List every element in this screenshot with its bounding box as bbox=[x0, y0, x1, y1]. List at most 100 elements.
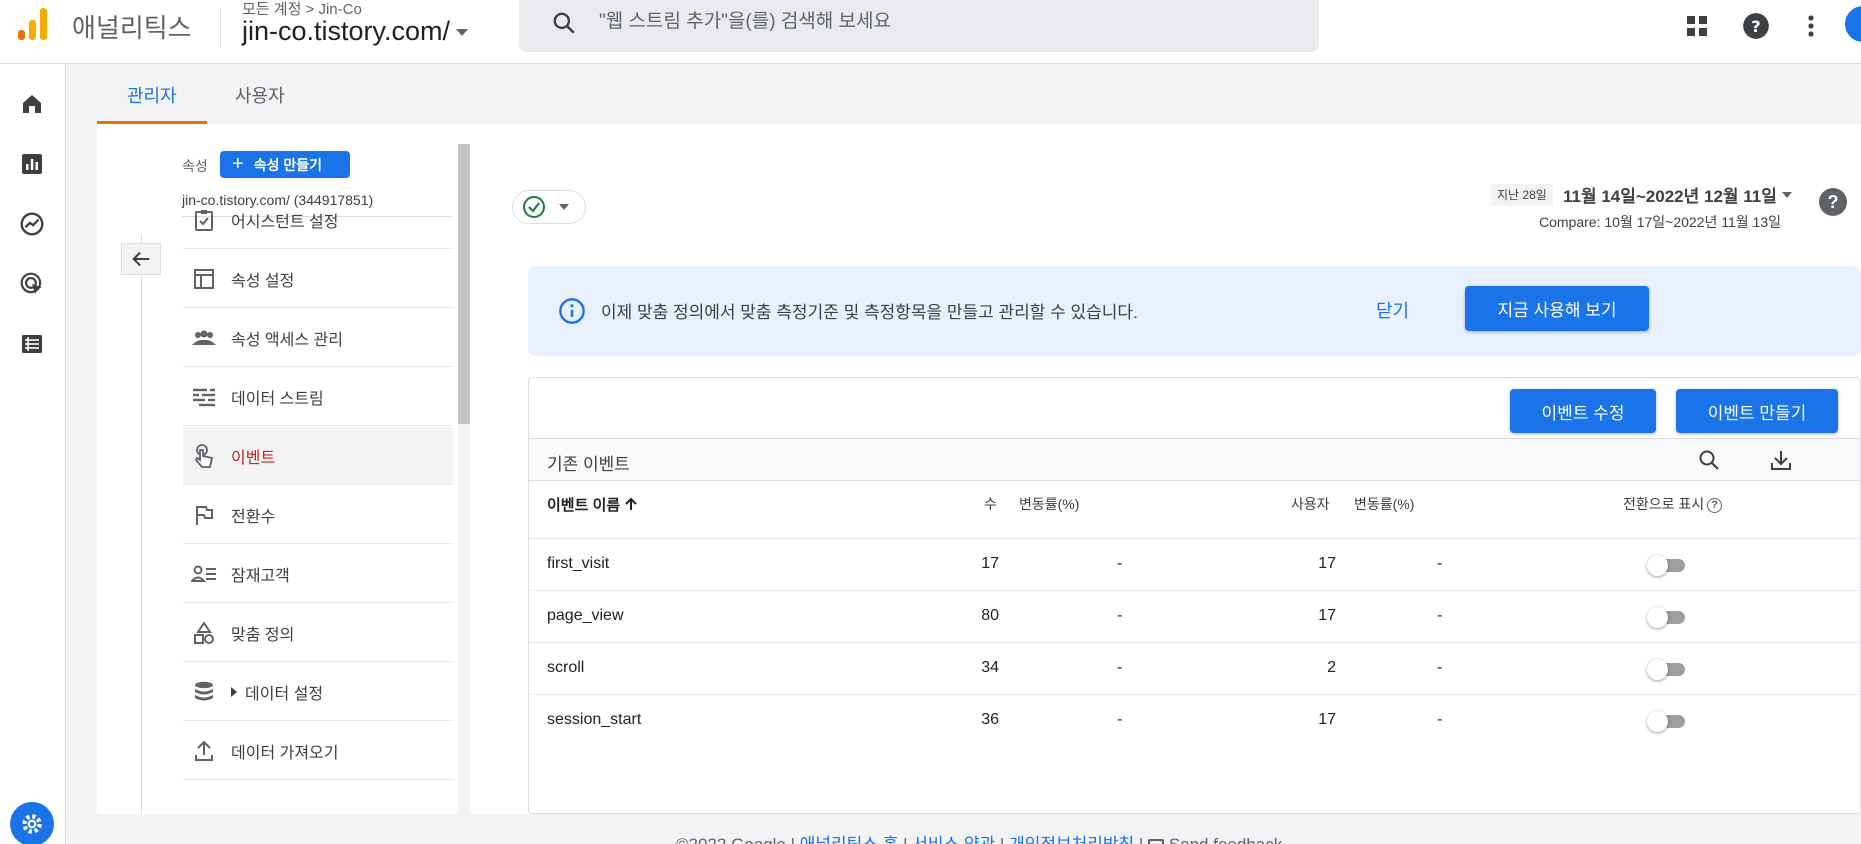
admin-gear-icon[interactable] bbox=[10, 802, 54, 844]
create-property-button[interactable]: + 속성 만들기 bbox=[220, 151, 350, 178]
download-icon[interactable] bbox=[1766, 445, 1796, 475]
column-header-users[interactable]: 사용자 bbox=[1291, 494, 1330, 514]
banner-text: 이제 맞춤 정의에서 맞춤 측정기준 및 측정항목을 만들고 관리할 수 있습니… bbox=[601, 303, 1138, 322]
table-row: scroll 34 - 2 - bbox=[529, 643, 1860, 694]
help-icon[interactable]: ? bbox=[1738, 8, 1774, 44]
event-users-change: - bbox=[1437, 711, 1443, 728]
event-count-change: - bbox=[1117, 659, 1123, 676]
menu-item-label: 데이터 가져오기 bbox=[231, 744, 339, 762]
menu-item-custom-definitions[interactable]: 맞춤 정의 bbox=[183, 604, 453, 662]
analytics-logo-icon[interactable] bbox=[16, 6, 50, 40]
property-column-label: 속성 bbox=[182, 158, 208, 174]
send-feedback-link[interactable]: Send feedback bbox=[1169, 835, 1282, 844]
apps-grid-icon[interactable] bbox=[1679, 8, 1715, 44]
column-header-count-change[interactable]: 변동률(%) bbox=[1019, 494, 1079, 514]
info-icon bbox=[559, 298, 585, 324]
explore-icon[interactable] bbox=[14, 206, 50, 242]
menu-item-events[interactable]: 이벤트 bbox=[183, 427, 453, 485]
menu-scrollbar[interactable] bbox=[458, 144, 470, 814]
conversion-toggle[interactable] bbox=[1647, 659, 1687, 680]
footer-separator: | bbox=[1000, 835, 1004, 844]
menu-item-label: 맞춤 정의 bbox=[231, 626, 295, 644]
back-button[interactable] bbox=[121, 243, 161, 275]
conversion-toggle[interactable] bbox=[1647, 607, 1687, 628]
avatar[interactable] bbox=[1845, 6, 1861, 42]
property-selector[interactable]: jin-co.tistory.com/ bbox=[242, 16, 469, 47]
menu-item-audiences[interactable]: 잠재고객 bbox=[183, 545, 453, 603]
events-card: 이벤트 수정 이벤트 만들기 기존 이벤트 이벤트 이름 수 변동률(%) 사용… bbox=[528, 377, 1861, 814]
app-header: 애널리틱스 모든 계정 > Jin-Co jin-co.tistory.com/… bbox=[0, 0, 1861, 64]
analytics-home-link[interactable]: 애널리틱스 홈 bbox=[800, 835, 899, 844]
menu-item-property-settings[interactable]: 속성 설정 bbox=[183, 250, 453, 308]
assistant-checklist-icon bbox=[189, 205, 219, 235]
column-header-users-change[interactable]: 변동률(%) bbox=[1354, 494, 1414, 514]
tab-admin[interactable]: 관리자 bbox=[127, 82, 177, 108]
terms-link[interactable]: 서비스 약관 bbox=[912, 835, 995, 844]
upload-icon bbox=[189, 736, 219, 766]
scrollbar-thumb[interactable] bbox=[458, 144, 470, 424]
event-name-link[interactable]: page_view bbox=[547, 607, 624, 625]
table-row: page_view 80 - 17 - bbox=[529, 591, 1860, 642]
search-input[interactable] bbox=[599, 8, 1279, 36]
status-dropdown[interactable] bbox=[512, 190, 586, 224]
column-header-count[interactable]: 수 bbox=[984, 494, 997, 514]
column-header-label: 이벤트 이름 bbox=[547, 497, 621, 514]
people-icon bbox=[189, 323, 219, 353]
admin-panel: 속성 + 속성 만들기 jin-co.tistory.com/ (34491785… bbox=[97, 124, 1861, 814]
column-header-event-name[interactable]: 이벤트 이름 bbox=[547, 494, 638, 515]
event-users-change: - bbox=[1437, 659, 1443, 676]
expand-arrow-icon[interactable] bbox=[231, 686, 237, 697]
event-users-change: - bbox=[1437, 607, 1443, 624]
header-divider bbox=[220, 8, 221, 48]
menu-item-conversions[interactable]: 전환수 bbox=[183, 486, 453, 544]
privacy-link[interactable]: 개인정보처리방침 bbox=[1009, 835, 1134, 844]
footer-separator: | bbox=[1139, 835, 1143, 844]
compare-range: Compare: 10월 17일~2022년 11월 13일 bbox=[1539, 214, 1781, 230]
more-vert-icon[interactable] bbox=[1793, 8, 1829, 44]
create-property-label: 속성 만들기 bbox=[253, 156, 322, 173]
help-icon[interactable]: ? bbox=[1707, 497, 1723, 513]
menu-item-label: 이벤트 bbox=[231, 449, 276, 467]
plus-icon: + bbox=[232, 153, 244, 175]
create-event-button[interactable]: 이벤트 만들기 bbox=[1676, 389, 1838, 433]
tab-user[interactable]: 사용자 bbox=[235, 82, 285, 108]
try-now-button[interactable]: 지금 사용해 보기 bbox=[1465, 286, 1649, 331]
brand-name: 애널리틱스 bbox=[72, 13, 192, 43]
menu-item-label: 전환수 bbox=[231, 508, 276, 526]
search-icon[interactable] bbox=[1694, 445, 1724, 475]
chevron-down-icon bbox=[456, 29, 469, 37]
menu-item-data-streams[interactable]: 데이터 스트림 bbox=[183, 368, 453, 426]
search-bar[interactable] bbox=[519, 0, 1319, 52]
info-banner: 이제 맞춤 정의에서 맞춤 측정기준 및 측정항목을 만들고 관리할 수 있습니… bbox=[528, 266, 1861, 356]
chevron-down-icon[interactable] bbox=[1782, 192, 1792, 198]
property-layout-icon bbox=[189, 264, 219, 294]
arrow-back-icon bbox=[132, 251, 150, 267]
menu-item-access-management[interactable]: 속성 액세스 관리 bbox=[183, 309, 453, 367]
event-name-link[interactable]: first_visit bbox=[547, 555, 609, 573]
column-header-mark-conversion[interactable]: 전환으로 표시? bbox=[1623, 494, 1723, 514]
event-count-change: - bbox=[1117, 711, 1123, 728]
menu-item-label: 어시스턴트 설정 bbox=[231, 213, 339, 231]
event-count-change: - bbox=[1117, 555, 1123, 572]
configure-list-icon[interactable] bbox=[14, 326, 50, 362]
menu-item-label: 속성 액세스 관리 bbox=[231, 331, 343, 349]
conversion-toggle[interactable] bbox=[1647, 555, 1687, 576]
event-name-link[interactable]: scroll bbox=[547, 659, 584, 677]
help-icon[interactable]: ? bbox=[1819, 188, 1847, 216]
conversion-toggle[interactable] bbox=[1647, 711, 1687, 732]
menu-item-assistant[interactable]: 어시스턴트 설정 bbox=[183, 191, 453, 249]
edit-event-button[interactable]: 이벤트 수정 bbox=[1510, 389, 1656, 433]
event-name-link[interactable]: session_start bbox=[547, 711, 641, 729]
nav-rail bbox=[0, 64, 66, 844]
advertising-icon[interactable] bbox=[14, 266, 50, 302]
menu-item-label: 데이터 설정 bbox=[245, 685, 324, 703]
date-range-selector[interactable]: 11월 14일~2022년 12월 11일 bbox=[1563, 182, 1777, 207]
home-icon[interactable] bbox=[14, 86, 50, 122]
arrow-up-icon bbox=[625, 497, 638, 510]
reports-icon[interactable] bbox=[14, 146, 50, 182]
admin-tabs: 관리자 사용자 bbox=[97, 64, 1861, 124]
menu-item-data-settings[interactable]: 데이터 설정 bbox=[183, 663, 453, 721]
section-title: 기존 이벤트 bbox=[547, 455, 630, 474]
dismiss-button[interactable]: 닫기 bbox=[1376, 297, 1409, 323]
menu-item-data-import[interactable]: 데이터 가져오기 bbox=[183, 722, 453, 780]
